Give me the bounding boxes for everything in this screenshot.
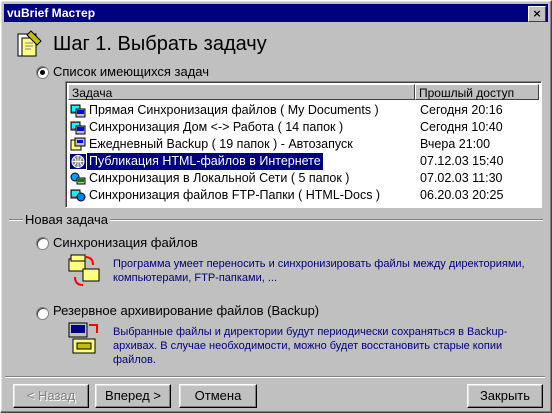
task-row[interactable]: Прямая Синхронизация файлов ( My Documen…	[68, 102, 538, 119]
backup-description: Выбранные файлы и директории будут перио…	[113, 326, 508, 366]
task-row[interactable]: Синхронизация файлов FTP-Папки ( HTML-Do…	[68, 187, 538, 204]
wizard-window: vuBrief Мастер × Шаг 1. Выбрать задачу С…	[0, 0, 552, 413]
task-name: Синхронизация Дом <-> Работа ( 14 папок …	[89, 120, 344, 134]
task-row[interactable]: Ежедневный Backup ( 19 папок ) - Автозап…	[68, 136, 538, 153]
sync-files-label: Синхронизация файлов	[53, 235, 198, 250]
network-icon	[70, 172, 86, 185]
task-last-access: 07.12.03 15:40	[420, 154, 504, 168]
task-last-access: Сегодня 20:16	[420, 103, 503, 117]
task-name: Публикация HTML-файлов в Интернете	[86, 152, 324, 171]
task-name: Ежедневный Backup ( 19 папок ) - Автозап…	[89, 137, 353, 151]
close-button[interactable]: Закрыть	[467, 384, 543, 408]
back-button[interactable]: < Назад	[13, 384, 89, 408]
wizard-step-icon	[17, 30, 42, 57]
ftp-icon	[70, 189, 86, 202]
task-last-access: Вчера 21:00	[420, 137, 491, 151]
window-title: vuBrief Мастер	[7, 6, 96, 20]
new-task-group-title: Новая задача	[23, 212, 110, 228]
task-row[interactable]: Синхронизация Дом <-> Работа ( 14 папок …	[68, 119, 538, 136]
task-last-access: 06.20.03 20:25	[420, 188, 504, 202]
globe-icon	[70, 154, 86, 169]
task-last-access: Сегодня 10:40	[420, 120, 503, 134]
next-button[interactable]: Вперед >	[95, 384, 171, 408]
step-title: Шаг 1. Выбрать задачу	[53, 33, 267, 55]
backup-archive-icon	[68, 322, 98, 354]
sync-icon	[70, 121, 86, 135]
task-name: Синхронизация файлов FTP-Папки ( HTML-Do…	[89, 188, 381, 202]
task-last-access: 07.02.03 11:30	[420, 171, 503, 185]
column-header-task[interactable]: Задача	[68, 84, 415, 100]
task-name: Синхронизация в Локальной Сети ( 5 папок…	[89, 171, 350, 185]
sync-files-icon	[68, 254, 100, 286]
column-header-last-access[interactable]: Прошлый доступ	[415, 84, 539, 100]
backup-label: Резервное архивирование файлов (Backup)	[53, 303, 320, 318]
sync-icon	[70, 104, 86, 118]
existing-tasks-label: Список имеющихся задач	[53, 64, 209, 79]
task-name: Прямая Синхронизация файлов ( My Documen…	[89, 103, 379, 117]
backup-icon	[70, 137, 86, 151]
sync-files-radio[interactable]	[36, 237, 49, 250]
task-list[interactable]: Задача Прошлый доступ Прямая Синхронизац…	[65, 81, 542, 208]
button-divider	[5, 376, 545, 378]
close-window-button[interactable]: ×	[528, 6, 546, 22]
title-bar[interactable]: vuBrief Мастер ×	[4, 4, 548, 22]
existing-tasks-radio[interactable]	[36, 66, 49, 79]
cancel-button[interactable]: Отмена	[179, 384, 257, 408]
backup-radio[interactable]	[36, 307, 49, 320]
task-row[interactable]: Синхронизация в Локальной Сети ( 5 папок…	[68, 170, 538, 187]
task-row-selected[interactable]: Публикация HTML-файлов в Интернете 07.12…	[68, 152, 538, 171]
sync-files-description: Программа умеет переносить и синхронизир…	[113, 258, 525, 284]
